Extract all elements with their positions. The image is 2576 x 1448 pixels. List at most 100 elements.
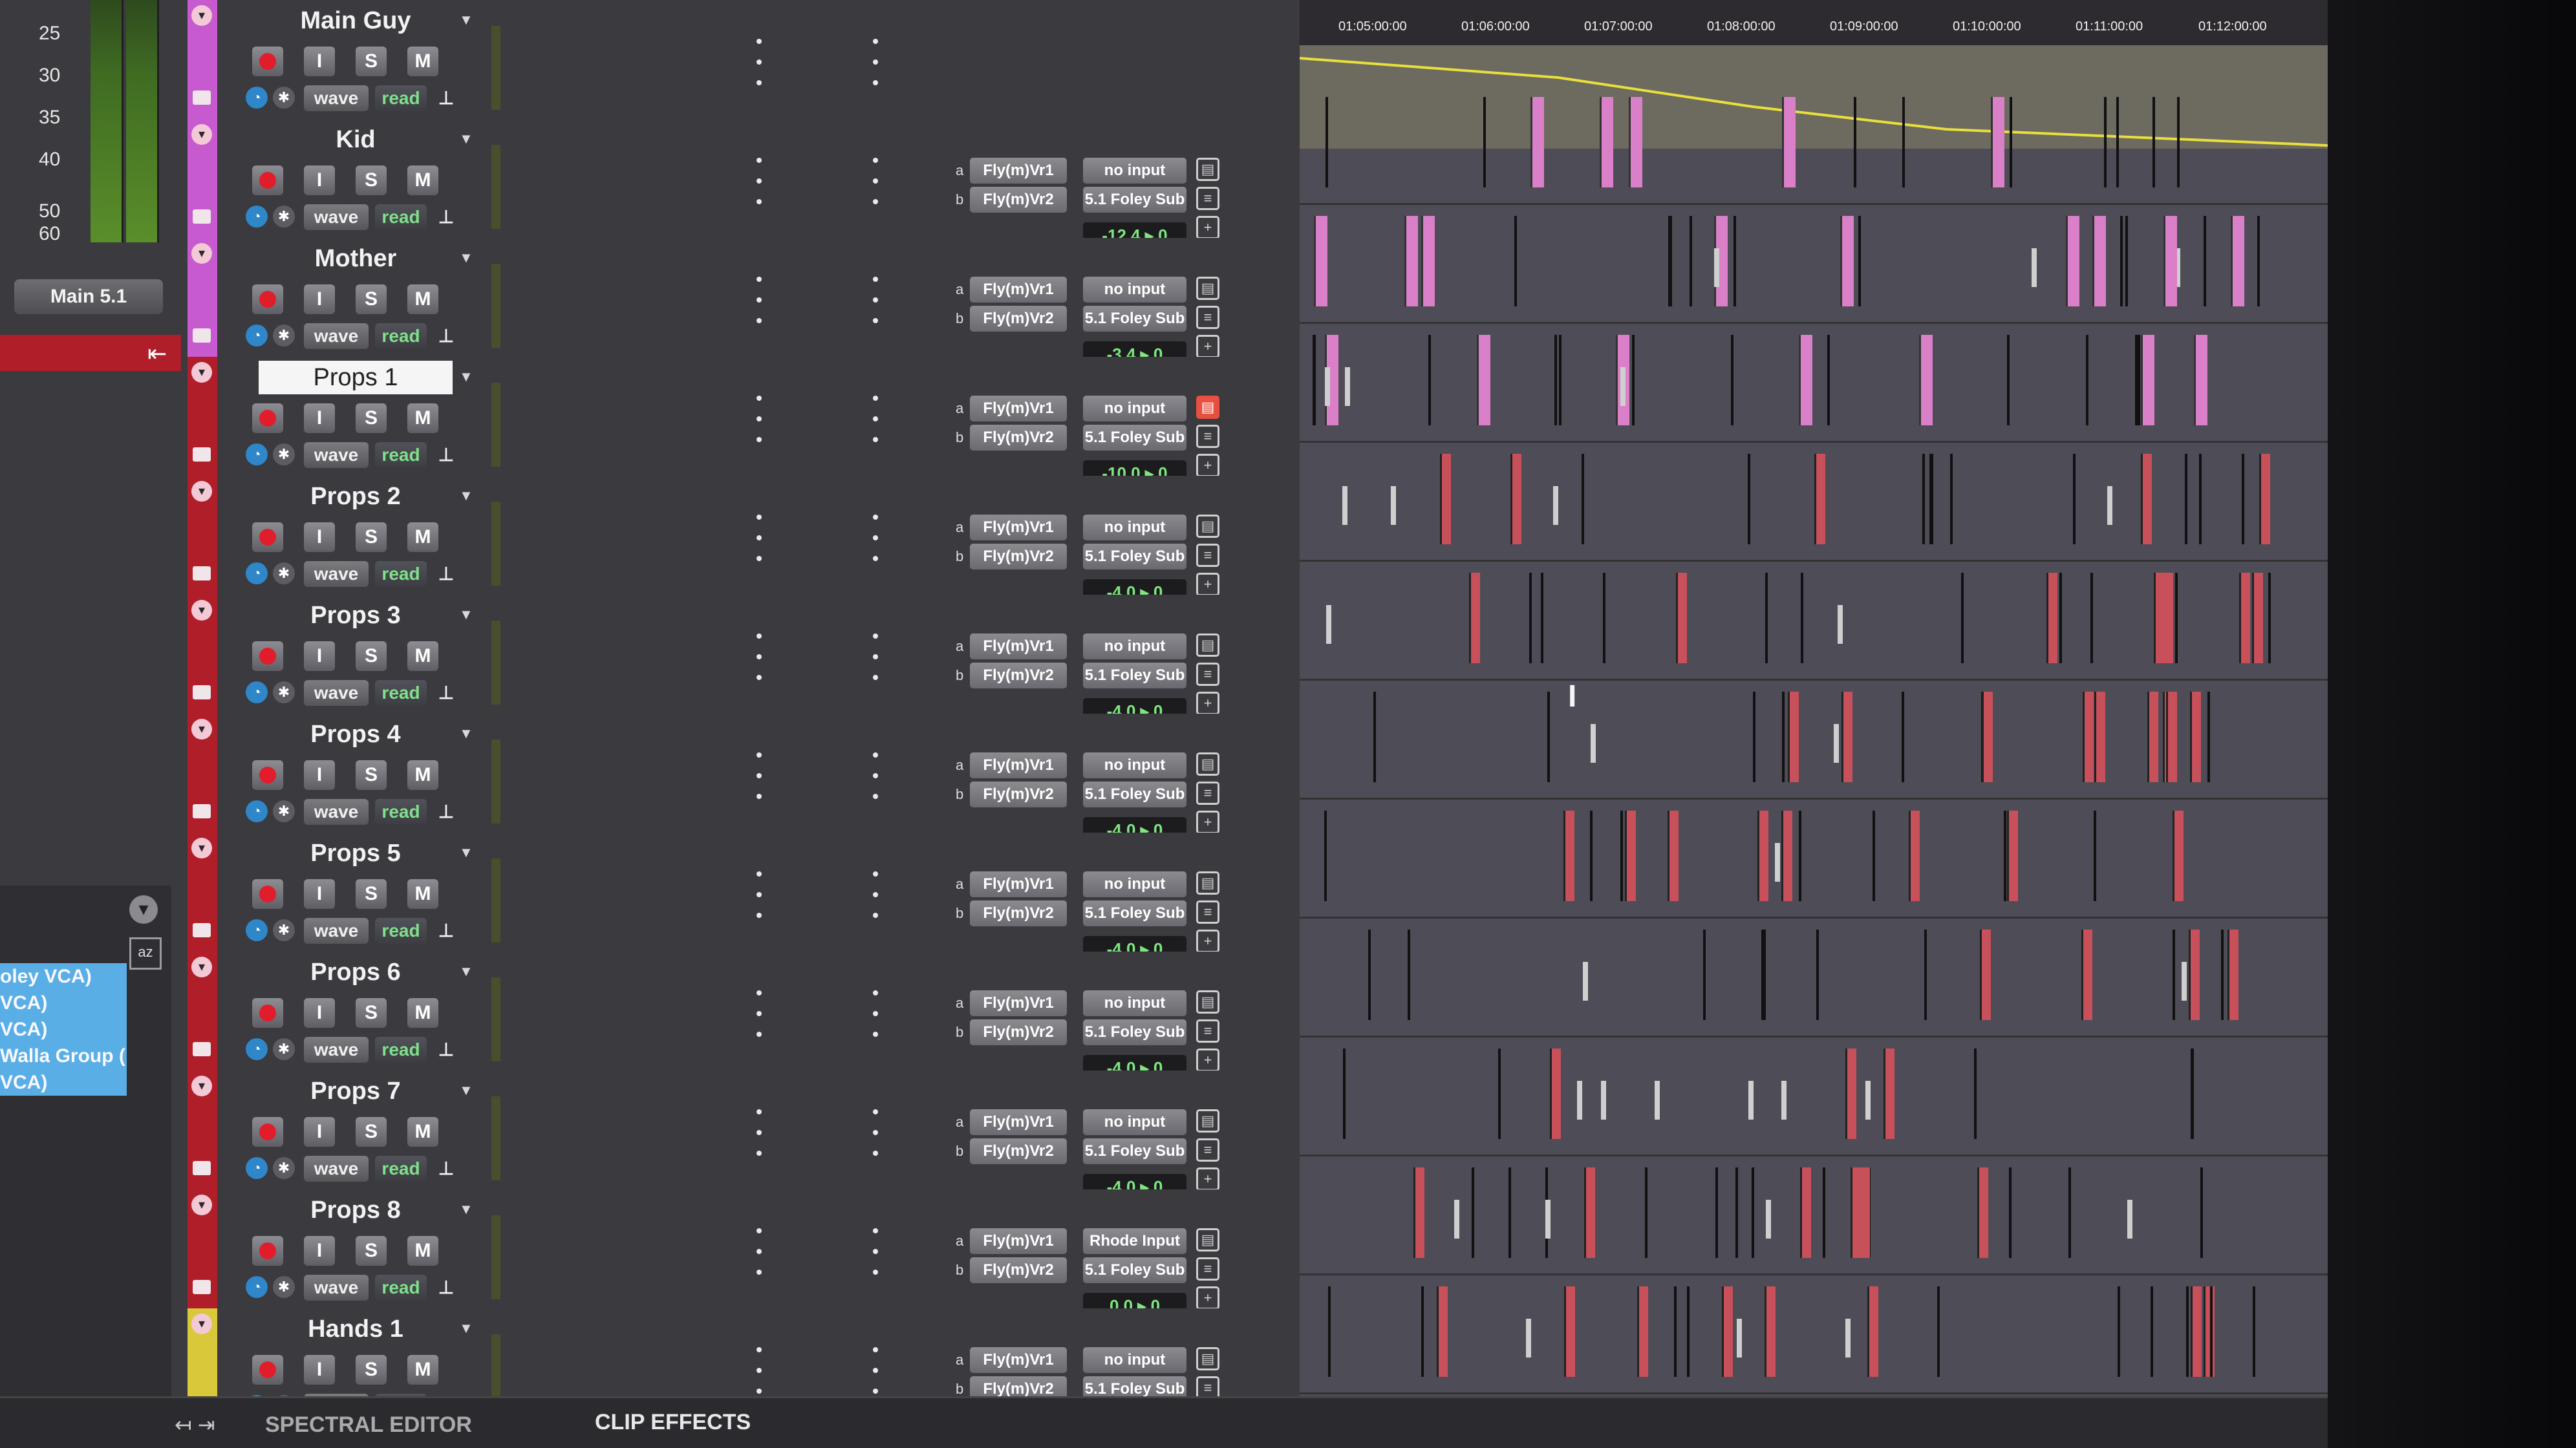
- collapse-icon[interactable]: ▾: [191, 1076, 212, 1096]
- empty-slot-dot[interactable]: [757, 871, 762, 877]
- audio-clip[interactable]: [2141, 454, 2152, 544]
- groups-menu-icon[interactable]: ▾: [129, 895, 158, 924]
- input-selector[interactable]: no input: [1083, 752, 1186, 778]
- track-name[interactable]: Mother: [259, 242, 453, 275]
- lanes-icon[interactable]: [193, 804, 211, 818]
- track-header[interactable]: ▾ Mother ▼ I S M ◔ ✱ wave read ⊥ a Fly(m…: [188, 238, 1300, 367]
- audio-clip[interactable]: [2166, 692, 2177, 782]
- track-name[interactable]: Props 1: [259, 361, 453, 394]
- audio-clip[interactable]: [2259, 454, 2270, 544]
- audio-clip[interactable]: [1873, 811, 1875, 901]
- send-b[interactable]: Fly(m)Vr2: [970, 1019, 1067, 1045]
- audio-clip[interactable]: [1816, 930, 1819, 1020]
- audio-clip[interactable]: [2186, 1286, 2189, 1377]
- empty-slot-dot[interactable]: [757, 1389, 762, 1394]
- audio-clip[interactable]: [2221, 930, 2224, 1020]
- audio-clip[interactable]: [2068, 1167, 2071, 1258]
- audio-clip[interactable]: [1669, 216, 1672, 306]
- audio-clip[interactable]: [2194, 335, 2207, 425]
- audio-clip[interactable]: [1343, 1049, 1346, 1139]
- audio-clip[interactable]: [1454, 1200, 1459, 1239]
- audio-clip[interactable]: [2066, 216, 2079, 306]
- audio-clip[interactable]: [1763, 930, 1766, 1020]
- pan-knob-icon[interactable]: ◔: [246, 443, 268, 465]
- comments-icon[interactable]: ▤: [1196, 396, 1219, 419]
- audio-clip[interactable]: [1737, 1319, 1742, 1358]
- audio-clip[interactable]: [1765, 1286, 1776, 1377]
- collapse-icon[interactable]: ▾: [191, 719, 212, 740]
- audio-clip[interactable]: [1782, 692, 1785, 782]
- lanes-icon[interactable]: [193, 447, 211, 462]
- input-selector[interactable]: no input: [1083, 1109, 1186, 1135]
- pan-knob-icon[interactable]: ◔: [246, 919, 268, 941]
- output-arrow-icon[interactable]: ⇤: [147, 340, 167, 367]
- list-icon[interactable]: ≡: [1196, 1019, 1219, 1043]
- send-a[interactable]: Fly(m)Vr1: [970, 752, 1067, 778]
- send-b[interactable]: Fly(m)Vr2: [970, 663, 1067, 688]
- empty-slot-dot[interactable]: [757, 39, 762, 44]
- audio-clip[interactable]: [1563, 811, 1574, 901]
- audio-clip[interactable]: [1600, 97, 1613, 187]
- solo-button[interactable]: S: [356, 165, 387, 195]
- track-name[interactable]: Props 5: [259, 836, 453, 870]
- collapse-icon[interactable]: ▾: [191, 600, 212, 621]
- empty-slot-dot[interactable]: [757, 990, 762, 996]
- automation-mode-selector[interactable]: read: [375, 204, 427, 230]
- add-lane-icon[interactable]: +: [1196, 216, 1219, 239]
- track-lane[interactable]: [1300, 1155, 2328, 1275]
- audio-clip[interactable]: [2081, 930, 2092, 1020]
- audio-clip[interactable]: [2210, 1286, 2213, 1377]
- audio-clip[interactable]: [1313, 335, 1316, 425]
- audio-clip[interactable]: [1477, 335, 1490, 425]
- track-name[interactable]: Props 4: [259, 718, 453, 751]
- timebase-icon[interactable]: ✱: [273, 325, 295, 346]
- mute-button[interactable]: M: [407, 641, 438, 671]
- solo-button[interactable]: S: [356, 522, 387, 552]
- empty-slot-dot[interactable]: [757, 1151, 762, 1156]
- audio-clip[interactable]: [1373, 692, 1376, 782]
- comments-icon[interactable]: ▤: [1196, 1228, 1219, 1251]
- empty-slot-dot[interactable]: [757, 396, 762, 401]
- empty-slot-dot[interactable]: [757, 1249, 762, 1254]
- send-a[interactable]: Fly(m)Vr1: [970, 990, 1067, 1016]
- empty-slot-dot[interactable]: [757, 199, 762, 204]
- timecode-ruler[interactable]: 01:05:00:00 01:06:00:00 01:07:00:00 01:08:0…: [1300, 0, 2328, 45]
- timebase-icon[interactable]: ✱: [273, 800, 295, 822]
- audio-clip[interactable]: [2190, 692, 2201, 782]
- audio-clip[interactable]: [2007, 335, 2010, 425]
- automation-mode-selector[interactable]: read: [375, 799, 427, 825]
- group-list-item[interactable]: Walla Group (: [0, 1043, 127, 1069]
- track-lane[interactable]: [1300, 560, 2328, 681]
- record-arm-button[interactable]: [252, 1117, 283, 1147]
- audio-clip[interactable]: [2118, 1286, 2120, 1377]
- track-menu-icon[interactable]: ▼: [459, 12, 473, 28]
- solo-button[interactable]: S: [356, 403, 387, 433]
- spectral-editor-tab[interactable]: SPECTRAL EDITOR: [265, 1412, 472, 1438]
- clip-effects-tab[interactable]: CLIP EFFECTS: [595, 1410, 751, 1435]
- audio-clip[interactable]: [1508, 1167, 1511, 1258]
- output-selector[interactable]: 5.1 Foley Sub: [1083, 1257, 1186, 1283]
- list-icon[interactable]: ≡: [1196, 1257, 1219, 1281]
- audio-clip[interactable]: [1550, 1049, 1561, 1139]
- audio-clip[interactable]: [2127, 1200, 2132, 1239]
- solo-button[interactable]: S: [356, 641, 387, 671]
- lanes-icon[interactable]: [193, 90, 211, 105]
- timebase-icon[interactable]: ✱: [273, 681, 295, 703]
- audio-clip[interactable]: [2163, 216, 2177, 306]
- comments-icon[interactable]: ▤: [1196, 277, 1219, 300]
- lanes-icon[interactable]: [193, 209, 211, 224]
- bottom-arrows-icon[interactable]: ↤ ⇥: [175, 1412, 215, 1437]
- empty-slot-dot[interactable]: [873, 416, 878, 421]
- audio-clip[interactable]: [1590, 811, 1593, 901]
- send-a[interactable]: Fly(m)Vr1: [970, 277, 1067, 303]
- view-selector[interactable]: wave: [304, 561, 369, 587]
- timebase-icon[interactable]: ✱: [273, 919, 295, 941]
- audio-clip[interactable]: [1655, 1081, 1660, 1120]
- group-list-item[interactable]: VCA): [0, 1069, 127, 1096]
- output-selector[interactable]: 5.1 Foley Sub: [1083, 1019, 1186, 1045]
- pan-knob-icon[interactable]: ◔: [246, 1157, 268, 1179]
- empty-slot-dot[interactable]: [757, 80, 762, 85]
- add-lane-icon[interactable]: +: [1196, 1167, 1219, 1191]
- empty-slot-dot[interactable]: [873, 59, 878, 65]
- empty-slot-dot[interactable]: [757, 1109, 762, 1114]
